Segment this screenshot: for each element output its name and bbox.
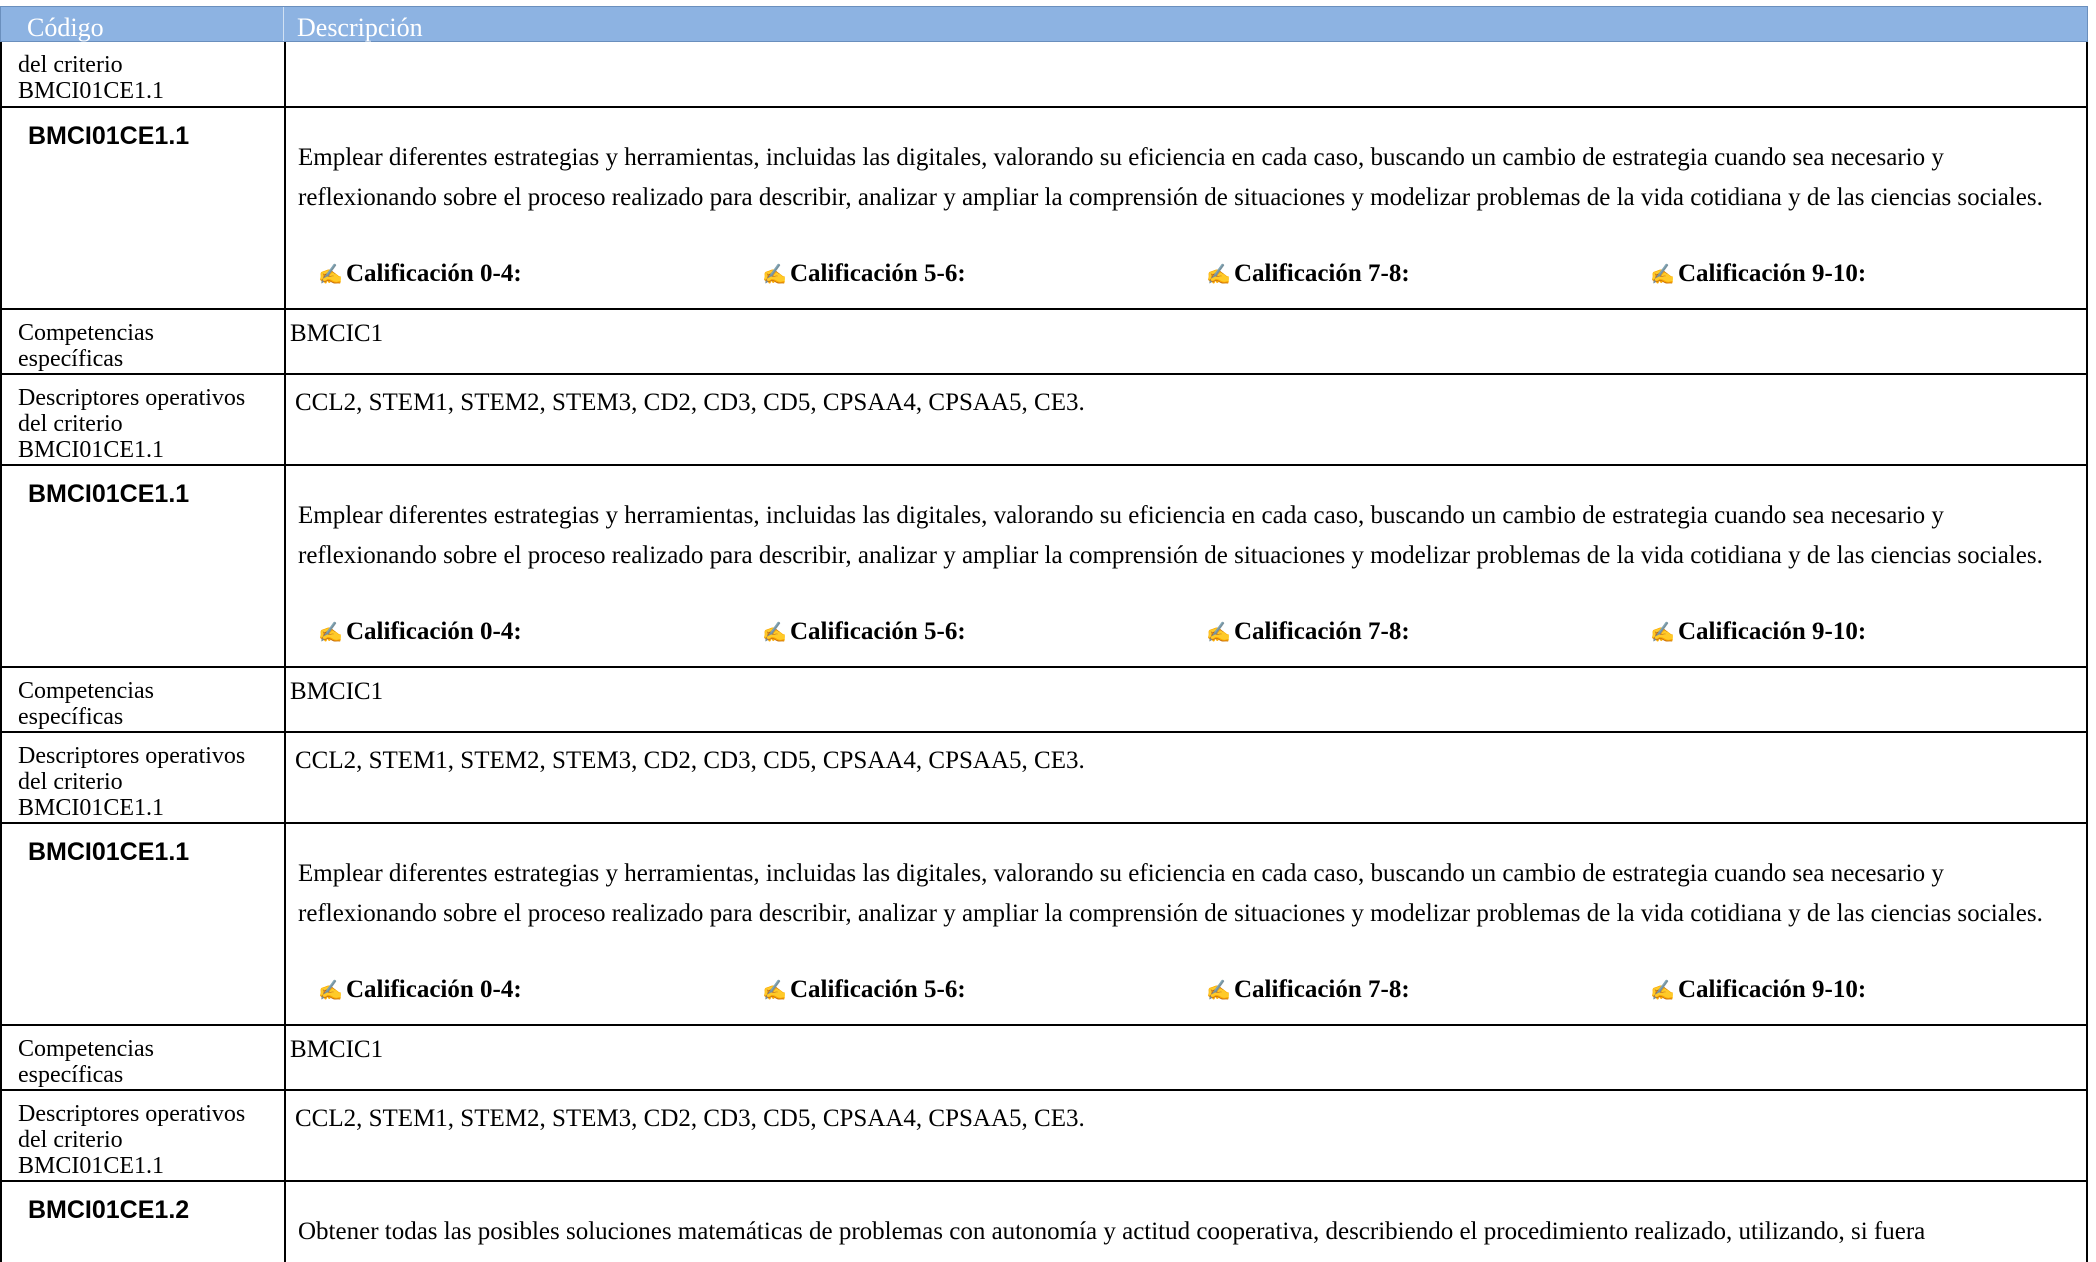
label-line: BMCI01CE1.1 xyxy=(18,437,165,463)
pencil-icon: ✍ xyxy=(1650,264,1675,286)
pencil-icon: ✍ xyxy=(762,622,787,644)
header-description: Descripción xyxy=(297,13,423,42)
grade-item: ✍ Calificación 5-6: xyxy=(762,618,966,645)
row-partial-descriptors: del criterio BMCI01CE1.1 xyxy=(0,42,2088,108)
pencil-icon: ✍ xyxy=(1650,622,1675,644)
grade-item: ✍ Calificación 7-8: xyxy=(1206,976,1410,1003)
grade-item: ✍ Calificación 5-6: xyxy=(762,260,966,287)
pencil-icon: ✍ xyxy=(318,264,343,286)
criterion-code: BMCI01CE1.1 xyxy=(28,838,190,866)
row-competencias: Competencias específicas BMCIC1 xyxy=(0,1026,2088,1091)
label-line: del criterio xyxy=(18,52,123,78)
criterion-code: BMCI01CE1.1 xyxy=(28,122,190,150)
pencil-icon: ✍ xyxy=(762,980,787,1002)
row-competencias: Competencias específicas BMCIC1 xyxy=(0,310,2088,375)
grade-item: ✍ Calificación 0-4: xyxy=(318,618,522,645)
pencil-icon: ✍ xyxy=(1650,980,1675,1002)
pencil-icon: ✍ xyxy=(318,622,343,644)
row-descriptores: Descriptores operativos del criterio BMC… xyxy=(0,1091,2088,1182)
grade-item: ✍ Calificación 7-8: xyxy=(1206,260,1410,287)
row-descriptores: Descriptores operativos del criterio BMC… xyxy=(0,375,2088,466)
label-line: Descriptores operativos xyxy=(18,385,246,411)
label-line: Competencias xyxy=(18,1036,154,1062)
descriptores-value: CCL2, STEM1, STEM2, STEM3, CD2, CD3, CD5… xyxy=(295,747,1085,774)
pencil-icon: ✍ xyxy=(318,980,343,1002)
label-line: Descriptores operativos xyxy=(18,743,246,769)
descriptores-value: CCL2, STEM1, STEM2, STEM3, CD2, CD3, CD5… xyxy=(295,1105,1085,1132)
row-criterion: BMCI01CE1.1 Emplear diferentes estrategi… xyxy=(0,824,2088,1026)
row-descriptores: Descriptores operativos del criterio BMC… xyxy=(0,733,2088,824)
label-line: BMCI01CE1.1 xyxy=(18,1153,165,1179)
label-line: del criterio xyxy=(18,1127,123,1153)
label-line: Competencias xyxy=(18,320,154,346)
criterion-code: BMCI01CE1.2 xyxy=(28,1196,190,1224)
label-line: BMCI01CE1.1 xyxy=(18,78,165,104)
grade-item: ✍ Calificación 9-10: xyxy=(1650,260,1867,287)
competencias-value: BMCIC1 xyxy=(290,320,384,347)
row-criterion: BMCI01CE1.1 Emplear diferentes estrategi… xyxy=(0,108,2088,310)
criteria-table: Código Descripción del criterio BMCI01CE… xyxy=(0,0,2096,1262)
competencias-value: BMCIC1 xyxy=(290,1036,384,1063)
criterion-description: Emplear diferentes estrategias y herrami… xyxy=(298,860,2043,927)
header-code: Código xyxy=(27,13,104,42)
label-line: Competencias xyxy=(18,678,154,704)
label-line: específicas xyxy=(18,346,124,372)
criterion-description: Obtener todas las posibles soluciones ma… xyxy=(298,1218,1926,1245)
pencil-icon: ✍ xyxy=(1206,264,1231,286)
grade-item: ✍ Calificación 9-10: xyxy=(1650,976,1867,1003)
grade-item: ✍ Calificación 5-6: xyxy=(762,976,966,1003)
row-criterion: BMCI01CE1.1 Emplear diferentes estrategi… xyxy=(0,466,2088,668)
row-competencias: Competencias específicas BMCIC1 xyxy=(0,668,2088,733)
label-line: Descriptores operativos xyxy=(18,1101,246,1127)
label-line: del criterio xyxy=(18,769,123,795)
label-line: BMCI01CE1.1 xyxy=(18,795,165,821)
pencil-icon: ✍ xyxy=(762,264,787,286)
grade-item: ✍ Calificación 0-4: xyxy=(318,260,522,287)
header-divider xyxy=(283,7,284,41)
grade-item: ✍ Calificación 7-8: xyxy=(1206,618,1410,645)
descriptores-value: CCL2, STEM1, STEM2, STEM3, CD2, CD3, CD5… xyxy=(295,389,1085,416)
pencil-icon: ✍ xyxy=(1206,980,1231,1002)
row-criterion-partial: BMCI01CE1.2 Obtener todas las posibles s… xyxy=(0,1182,2088,1262)
label-line: específicas xyxy=(18,1062,124,1088)
label-line: específicas xyxy=(18,704,124,730)
grade-item: ✍ Calificación 0-4: xyxy=(318,976,522,1003)
pencil-icon: ✍ xyxy=(1206,622,1231,644)
table-header: Código Descripción xyxy=(0,6,2088,42)
label-line: del criterio xyxy=(18,411,123,437)
competencias-value: BMCIC1 xyxy=(290,678,384,705)
criterion-code: BMCI01CE1.1 xyxy=(28,480,190,508)
criterion-description: Emplear diferentes estrategias y herrami… xyxy=(298,144,2043,211)
grade-item: ✍ Calificación 9-10: xyxy=(1650,618,1867,645)
criterion-description: Emplear diferentes estrategias y herrami… xyxy=(298,502,2043,569)
